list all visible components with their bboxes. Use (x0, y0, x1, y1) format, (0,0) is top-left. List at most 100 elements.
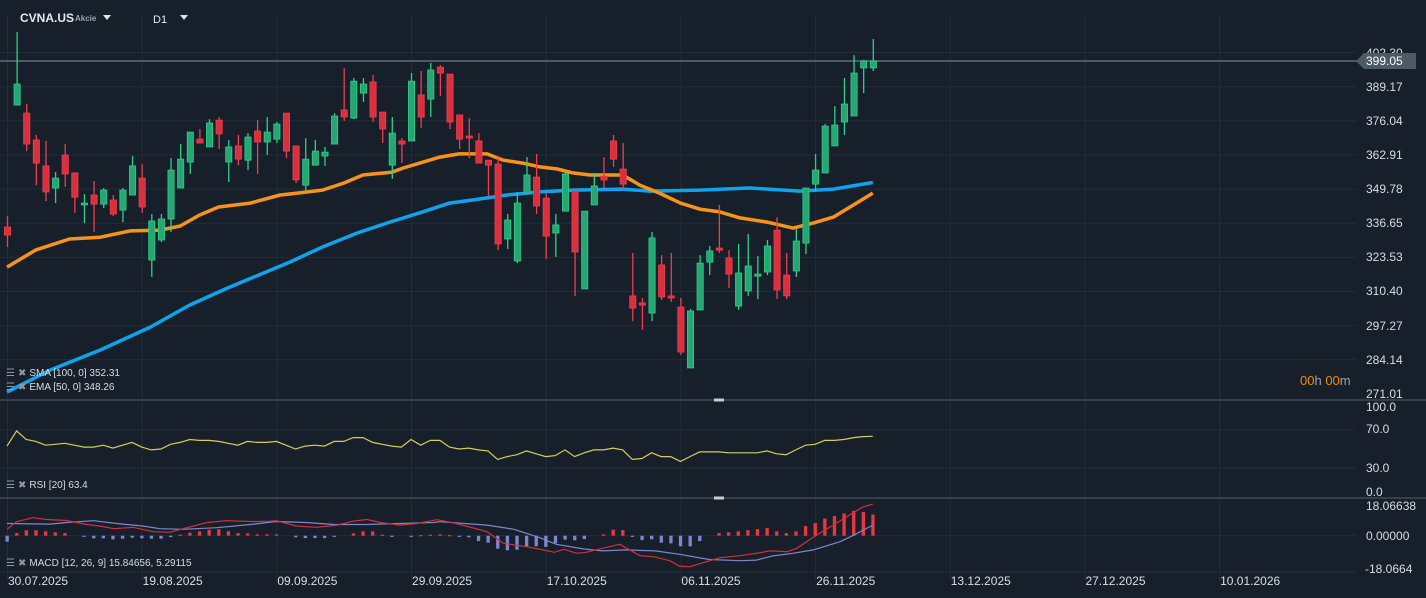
candle-bullish (331, 113, 339, 145)
date-tick-label: 13.12.2025 (950, 574, 1011, 588)
candle-body (735, 272, 743, 307)
candle-body (667, 295, 675, 299)
macd-histogram-bar (659, 535, 663, 543)
rsi-tick-label: 0.0 (1366, 485, 1383, 499)
legend-macd: ☰ ✖ MACD [12, 26, 9] 15.84656, 5.29115 (6, 558, 192, 569)
legend-rsi-text: RSI [20] 63.4 (29, 480, 88, 491)
candle-bullish (273, 121, 281, 144)
candle-bearish (600, 157, 608, 189)
macd-histogram-bar (226, 531, 231, 536)
candle-bullish (552, 214, 560, 257)
macd-histogram-bar (63, 533, 67, 536)
candle-bullish (860, 59, 868, 94)
settings-icon[interactable]: ☰ (6, 480, 15, 491)
macd-histogram-bar (5, 535, 9, 542)
macd-histogram-bar (727, 532, 731, 536)
candle-body (254, 130, 262, 143)
legend-sma: ☰ ✖ SMA [100, 0] 352.31 (6, 368, 120, 379)
macd-histogram-bar (428, 534, 433, 536)
candle-body (725, 257, 733, 275)
candle-bullish (504, 214, 512, 250)
macd-histogram-bar (178, 534, 182, 536)
candles (4, 32, 877, 369)
macd-histogram-bar (621, 530, 625, 536)
candle-body (484, 159, 492, 166)
symbol-selector[interactable]: CVNA.US (20, 11, 74, 25)
close-icon[interactable]: ✖ (18, 382, 26, 393)
close-icon[interactable]: ✖ (18, 480, 26, 491)
panel-resize-handle (714, 496, 724, 500)
candle-body (119, 189, 127, 211)
candle-body (71, 172, 79, 198)
settings-icon[interactable]: ☰ (6, 368, 15, 379)
candle-bullish (696, 255, 704, 311)
candle-bullish (831, 106, 839, 147)
chart-canvas[interactable] (0, 0, 1426, 598)
countdown-m-unit: m (1339, 373, 1351, 388)
candle-body (533, 176, 541, 207)
price-tick-label: 323.53 (1366, 250, 1403, 265)
candle-countdown: 00h 00m (1300, 373, 1351, 388)
candle-bullish (792, 229, 800, 277)
candle-body (581, 210, 589, 290)
candle-body (42, 165, 50, 193)
candle-bullish (427, 62, 435, 118)
macd-tick-label: 0.00000 (1366, 529, 1410, 543)
timeframe-dropdown-icon[interactable] (180, 15, 188, 20)
instrument-type: Akcie (75, 14, 97, 23)
candle-body (638, 302, 646, 306)
macd-histogram-bar (380, 534, 384, 536)
macd-histogram-bar (438, 534, 442, 536)
rsi-tick-label: 30.0 (1366, 461, 1390, 475)
candle-bullish (225, 139, 233, 183)
candle-bullish (52, 172, 60, 204)
date-tick-label: 30.07.2025 (8, 574, 69, 588)
candle-bearish (254, 120, 262, 174)
candle-body (282, 112, 290, 152)
candle-body (52, 177, 60, 189)
candle-body (812, 169, 820, 185)
candle-body (321, 151, 329, 157)
settings-icon[interactable]: ☰ (6, 382, 15, 393)
close-icon[interactable]: ✖ (18, 368, 26, 379)
candle-body (504, 219, 512, 240)
macd-histogram-bar (476, 535, 481, 542)
date-tick-label: 19.08.2025 (142, 574, 203, 588)
settings-icon[interactable]: ☰ (6, 558, 15, 569)
candle-bullish (244, 133, 252, 171)
candle-body (763, 245, 771, 273)
candle-bearish (340, 68, 348, 121)
price-tick-label: 349.78 (1366, 182, 1403, 197)
panel-resize-handle (714, 398, 724, 402)
macd-histogram-bar (650, 535, 654, 540)
candle-body (61, 154, 69, 175)
candle-bearish (436, 65, 444, 96)
macd-histogram-bar (698, 535, 702, 542)
timeframe-selector[interactable]: D1 (153, 14, 167, 26)
macd-histogram-bar (467, 535, 471, 538)
sma-100-line (6, 180, 874, 394)
candle-bearish (610, 134, 618, 167)
macd-histogram-bar (515, 535, 519, 550)
candle-bullish (687, 308, 695, 369)
candle-body (860, 60, 868, 69)
candle-body (561, 173, 569, 212)
macd-histogram-bar (351, 533, 356, 536)
price-tick-label: 362.91 (1366, 147, 1403, 162)
price-tick-label: 271.01 (1366, 386, 1403, 401)
symbol-dropdown-icon[interactable] (103, 15, 111, 20)
macd-histogram-bar (140, 535, 144, 539)
macd-histogram-bar (197, 531, 202, 536)
candle-body (619, 168, 627, 185)
candle-body (600, 175, 608, 181)
candle-bullish (359, 78, 367, 102)
candle-bullish (821, 124, 829, 174)
macd-histogram-bar (92, 535, 96, 539)
candle-body (157, 218, 165, 241)
close-icon[interactable]: ✖ (18, 558, 26, 569)
candle-bullish (802, 187, 810, 255)
candle-body (446, 73, 454, 123)
macd-histogram-bar (524, 535, 529, 547)
candle-body (167, 169, 175, 220)
price-tick-label: 376.04 (1366, 113, 1403, 128)
